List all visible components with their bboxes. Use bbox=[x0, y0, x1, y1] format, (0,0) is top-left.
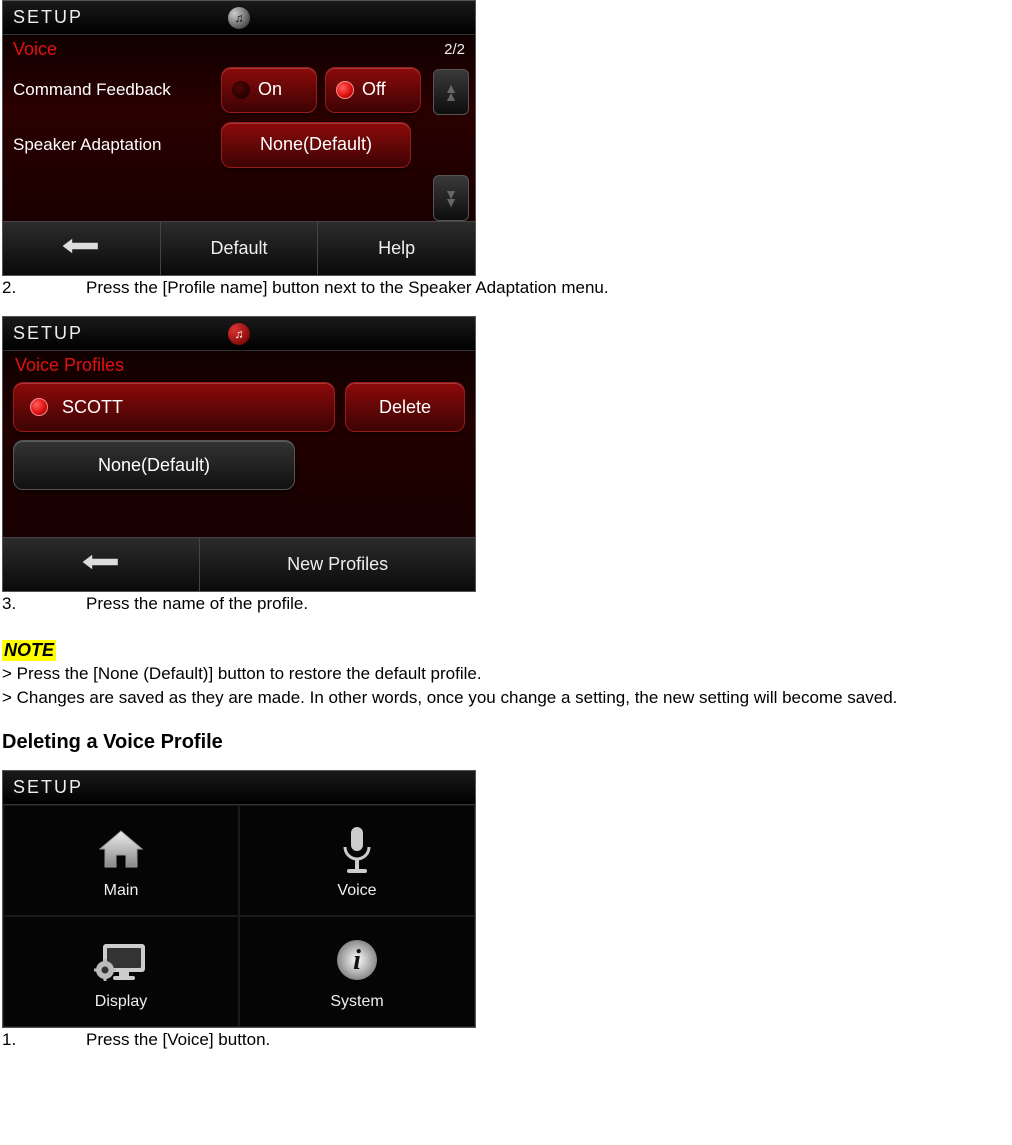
command-feedback-off-button[interactable]: Off bbox=[325, 67, 421, 113]
voice-profiles-screen: SETUP ♫ Voice Profiles SCOTT Delete None… bbox=[2, 316, 476, 592]
profile-row: SCOTT Delete bbox=[13, 382, 465, 432]
speaker-adaptation-row: Speaker Adaptation None(Default) bbox=[3, 117, 475, 172]
command-feedback-label: Command Feedback bbox=[13, 80, 213, 100]
chevron-up-icon: ▲▲ bbox=[444, 84, 458, 100]
step-text: Press the name of the profile. bbox=[86, 594, 308, 613]
voice-label: Voice bbox=[337, 882, 376, 900]
music-status-icon: ♫ bbox=[228, 7, 250, 29]
bottombar: New Profiles bbox=[3, 537, 475, 591]
bottombar: Default Help bbox=[3, 221, 475, 275]
scroll-up-button[interactable]: ▲▲ bbox=[433, 69, 469, 115]
back-button[interactable] bbox=[3, 222, 160, 275]
scrollbar: ▲▲ ▼▼ bbox=[433, 69, 469, 221]
step-3-text: 3.Press the name of the profile. bbox=[2, 594, 1012, 614]
speaker-adaptation-label: Speaker Adaptation bbox=[13, 135, 213, 155]
delete-profile-button[interactable]: Delete bbox=[345, 382, 465, 432]
note-header: NOTE bbox=[2, 640, 56, 661]
topbar: SETUP bbox=[3, 771, 475, 805]
setup-title: SETUP bbox=[13, 777, 83, 798]
setup-grid: Main Voice bbox=[3, 805, 475, 1027]
main-label: Main bbox=[104, 882, 139, 900]
info-icon: i bbox=[327, 933, 387, 987]
new-profiles-label: New Profiles bbox=[287, 554, 388, 575]
music-note-icon: ♫ bbox=[228, 323, 250, 345]
voice-settings-screen: SETUP ♫ Voice 2/2 Command Feedback On Of… bbox=[2, 0, 476, 276]
setup-title: SETUP bbox=[13, 7, 83, 28]
default-label: Default bbox=[210, 238, 267, 259]
radio-off-icon bbox=[232, 81, 250, 99]
note-line-1: > Press the [None (Default)] button to r… bbox=[2, 663, 1012, 685]
profile-name-label: SCOTT bbox=[62, 397, 123, 418]
system-label: System bbox=[330, 993, 383, 1011]
step-number: 1. bbox=[2, 1030, 86, 1050]
main-cell[interactable]: Main bbox=[3, 805, 239, 916]
display-label: Display bbox=[95, 993, 147, 1011]
music-status-icon: ♫ bbox=[228, 323, 250, 345]
new-profiles-button[interactable]: New Profiles bbox=[199, 538, 475, 591]
step-1-text: 1.Press the [Voice] button. bbox=[2, 1030, 1012, 1050]
display-cell[interactable]: Display bbox=[3, 916, 239, 1027]
svg-text:i: i bbox=[353, 945, 361, 976]
setup-title: SETUP bbox=[13, 323, 83, 344]
command-feedback-row: Command Feedback On Off bbox=[3, 62, 475, 117]
voice-cell[interactable]: Voice bbox=[239, 805, 475, 916]
microphone-icon bbox=[327, 822, 387, 876]
system-cell[interactable]: i System bbox=[239, 916, 475, 1027]
setup-grid-screen: SETUP Main bbox=[2, 770, 476, 1028]
profile-scott-button[interactable]: SCOTT bbox=[13, 382, 335, 432]
help-button[interactable]: Help bbox=[317, 222, 475, 275]
scroll-down-button[interactable]: ▼▼ bbox=[433, 175, 469, 221]
note-line-2: > Changes are saved as they are made. In… bbox=[2, 687, 1012, 709]
home-icon bbox=[91, 822, 151, 876]
deleting-voice-profile-heading: Deleting a Voice Profile bbox=[2, 731, 1012, 754]
step-text: Press the [Voice] button. bbox=[86, 1030, 270, 1049]
topbar: SETUP ♫ bbox=[3, 317, 475, 351]
chevron-down-icon: ▼▼ bbox=[444, 190, 458, 206]
music-note-icon: ♫ bbox=[228, 7, 250, 29]
delete-label: Delete bbox=[379, 397, 431, 418]
voice-section-label: Voice bbox=[13, 39, 57, 60]
radio-on-icon bbox=[30, 398, 48, 416]
step-number: 3. bbox=[2, 594, 86, 614]
topbar: SETUP ♫ bbox=[3, 1, 475, 35]
back-arrow-icon bbox=[61, 235, 101, 262]
page-indicator: 2/2 bbox=[444, 41, 465, 58]
voice-settings-body: Voice 2/2 Command Feedback On Off Speake… bbox=[3, 35, 475, 221]
off-label: Off bbox=[362, 79, 386, 100]
none-default-button[interactable]: None(Default) bbox=[13, 440, 295, 490]
radio-on-icon bbox=[336, 81, 354, 99]
on-label: On bbox=[258, 79, 282, 100]
voice-profiles-body: Voice Profiles SCOTT Delete None(Default… bbox=[3, 351, 475, 537]
step-text: Press the [Profile name] button next to … bbox=[86, 278, 609, 297]
default-button[interactable]: Default bbox=[160, 222, 318, 275]
back-arrow-icon bbox=[81, 551, 121, 578]
help-label: Help bbox=[378, 238, 415, 259]
step-2-text: 2.Press the [Profile name] button next t… bbox=[2, 278, 1012, 298]
back-button[interactable] bbox=[3, 538, 199, 591]
speaker-adaptation-profile-button[interactable]: None(Default) bbox=[221, 122, 411, 168]
voice-profiles-subtitle: Voice Profiles bbox=[13, 353, 465, 382]
step-number: 2. bbox=[2, 278, 86, 298]
none-row: None(Default) bbox=[13, 440, 465, 490]
display-gear-icon bbox=[91, 933, 151, 987]
command-feedback-on-button[interactable]: On bbox=[221, 67, 317, 113]
voice-subheader: Voice 2/2 bbox=[3, 35, 475, 62]
